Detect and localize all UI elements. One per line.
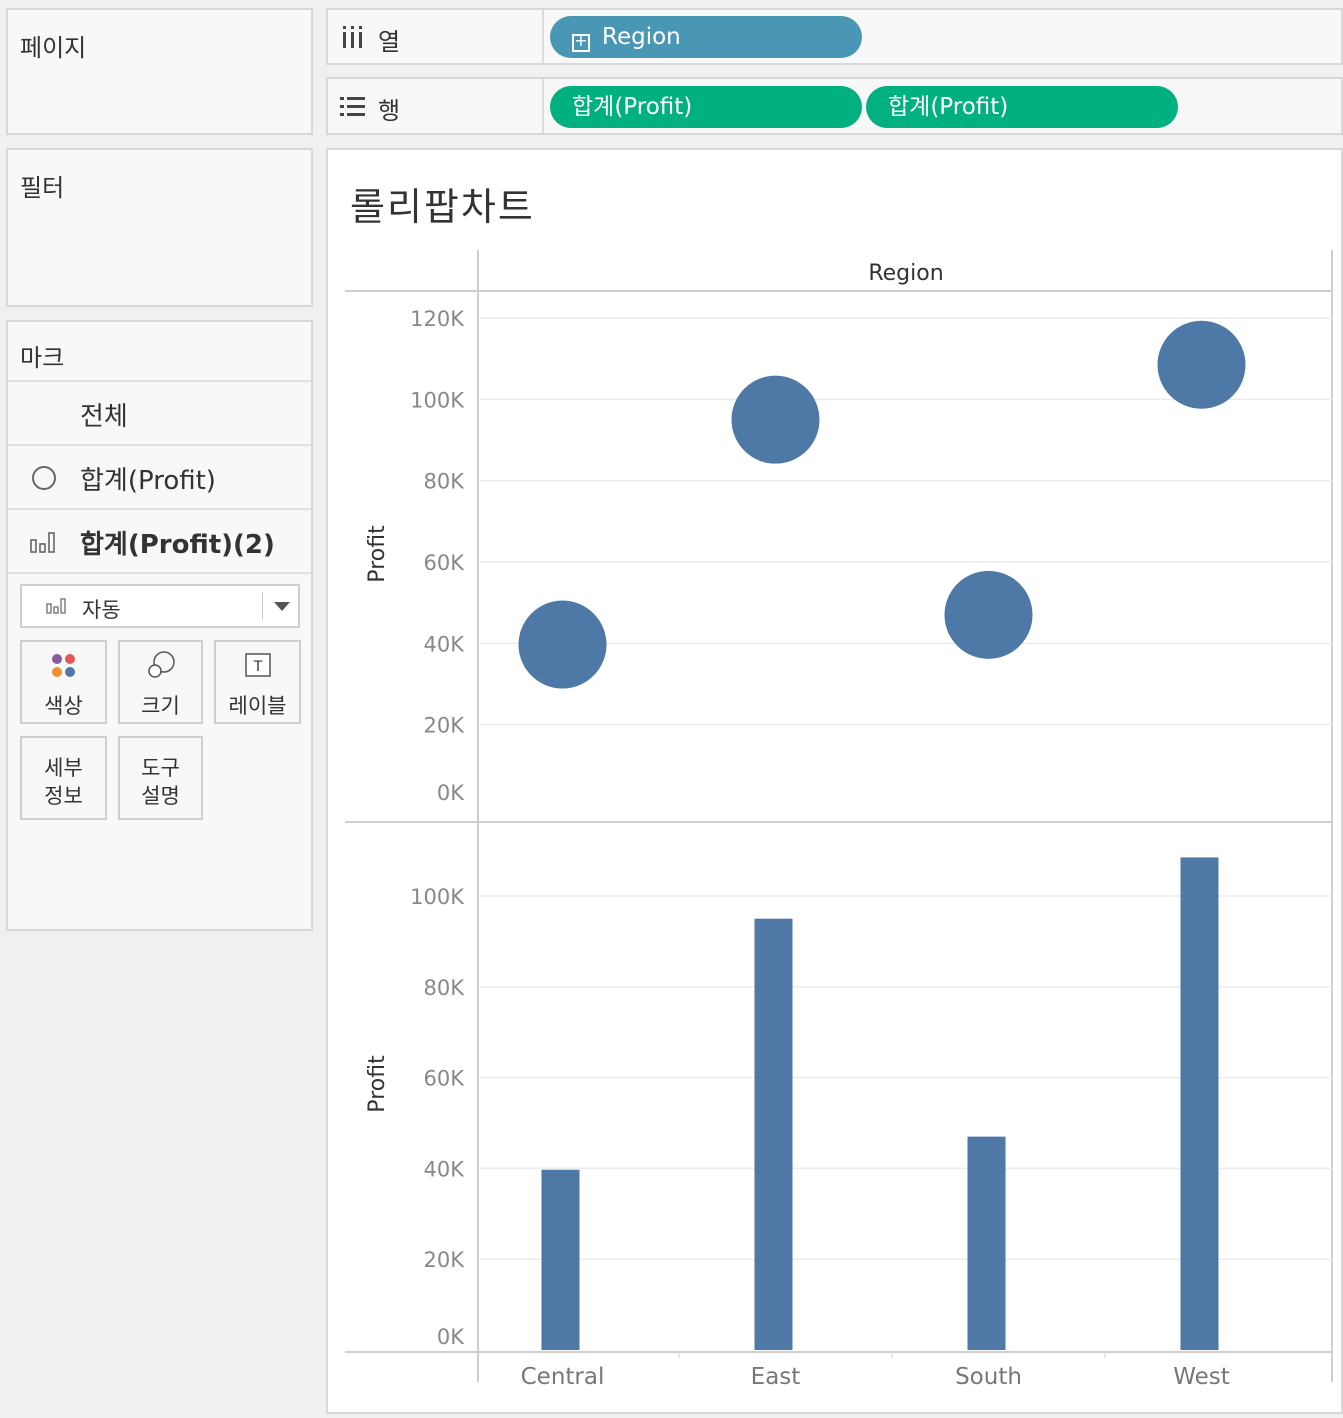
detail-button-label-2: 정보: [44, 784, 83, 808]
marks-item-label: 합계(Profit): [80, 466, 216, 496]
marks-item-profit[interactable]: 합계(Profit): [8, 444, 311, 508]
y-tick-label: 80K: [424, 470, 466, 494]
y-tick-label: 20K: [424, 1248, 466, 1272]
y-tick-label: 120K: [410, 307, 465, 331]
marks-item-profit-2[interactable]: 합계(Profit)(2): [8, 508, 311, 572]
y-tick-label: 20K: [424, 714, 466, 738]
row-pill-profit-1[interactable]: 합계(Profit): [550, 86, 862, 128]
marks-card-title: 마크: [20, 344, 65, 372]
row-pill-profit-2[interactable]: 합계(Profit): [866, 86, 1178, 128]
columns-shelf-label: 열: [328, 10, 544, 63]
lollipop-circle-east[interactable]: [731, 375, 820, 464]
tooltip-button-label-1: 도구: [141, 756, 180, 780]
color-button-label: 색상: [44, 694, 83, 718]
top-strip: [0, 0, 1343, 4]
filters-card[interactable]: 필터: [6, 148, 313, 307]
lollipop-circle-west[interactable]: [1157, 320, 1246, 409]
circle-icon: [32, 466, 56, 490]
label-button-label: 레이블: [228, 694, 287, 718]
pages-card-title: 페이지: [20, 34, 87, 62]
lollipop-circle-south[interactable]: [944, 570, 1033, 659]
chart-svg: Region 0K 20K 40K 60K 80K 100K 120K Profit 0K 20K…: [345, 250, 1333, 1390]
expand-icon[interactable]: +: [572, 33, 590, 52]
mark-type-value: 자동: [82, 598, 121, 622]
bar-chart-icon: [46, 598, 66, 614]
column-pill-region[interactable]: + Region: [550, 16, 862, 58]
y-tick-label: 100K: [410, 885, 465, 909]
y-tick-label: 0K: [437, 781, 465, 805]
label-button[interactable]: T 레이블: [214, 640, 301, 724]
row-pill-label: 합계(Profit): [572, 94, 693, 120]
columns-icon: [343, 26, 362, 48]
dropdown-divider: [262, 592, 263, 620]
marks-item-label: 전체: [80, 402, 128, 432]
y-axis-label: Profit: [365, 525, 390, 583]
y-tick-label: 80K: [424, 976, 466, 1000]
bar-west[interactable]: [1180, 857, 1219, 1350]
y-tick-label: 60K: [424, 551, 466, 575]
text-label-icon: T: [245, 653, 271, 677]
y-tick-label: 100K: [410, 388, 465, 412]
x-tick-label: South: [955, 1364, 1022, 1390]
y-tick-label: 60K: [424, 1067, 466, 1091]
size-button[interactable]: 크기: [118, 640, 203, 724]
x-tick-label: East: [751, 1364, 801, 1390]
bar-south[interactable]: [967, 1136, 1006, 1350]
size-circles-icon: [148, 651, 175, 678]
tooltip-button[interactable]: 도구 설명: [118, 736, 203, 820]
color-button[interactable]: 색상: [20, 640, 107, 724]
marks-item-all[interactable]: 전체: [8, 380, 311, 444]
columns-shelf-title: 열: [378, 28, 401, 56]
tooltip-button-label-2: 설명: [141, 784, 180, 808]
y-tick-label: 40K: [424, 632, 466, 656]
pages-card[interactable]: 페이지: [6, 8, 313, 135]
svg-text:T: T: [253, 659, 263, 675]
lollipop-circle-central[interactable]: [518, 600, 607, 689]
size-button-label: 크기: [141, 694, 180, 718]
columns-shelf[interactable]: 열 + Region: [326, 8, 1343, 65]
detail-button[interactable]: 세부 정보: [20, 736, 107, 820]
column-header-region: Region: [868, 261, 943, 286]
rows-shelf[interactable]: 행 합계(Profit) 합계(Profit): [326, 77, 1343, 135]
rows-icon: [340, 97, 365, 116]
bar-chart-icon: [30, 532, 55, 553]
x-tick-label: West: [1173, 1364, 1230, 1390]
chart-view: 롤리팝차트 Region 0K 20K 40K 60K 80K 100K 120K Profi…: [326, 148, 1343, 1414]
bar-central[interactable]: [541, 1169, 580, 1350]
rows-shelf-label: 행: [328, 79, 544, 133]
color-dots-icon: [52, 654, 75, 677]
mark-type-dropdown[interactable]: 자동: [20, 584, 300, 628]
y-tick-label: 40K: [424, 1157, 466, 1181]
bar-east[interactable]: [754, 918, 793, 1350]
chevron-down-icon[interactable]: [274, 602, 290, 611]
x-tick-label: Central: [521, 1364, 605, 1390]
rows-shelf-title: 행: [378, 97, 401, 125]
column-pill-label: Region: [602, 24, 681, 50]
row-pill-label: 합계(Profit): [888, 94, 1009, 120]
detail-button-label-1: 세부: [44, 756, 83, 780]
y-axis-label: Profit: [365, 1055, 390, 1113]
y-tick-label: 0K: [437, 1325, 465, 1349]
marks-card: 마크 전체 합계(Profit) 합계(Profit)(2) 자동 색상 크기 …: [6, 320, 313, 931]
marks-item-label: 합계(Profit)(2): [80, 530, 275, 560]
filters-card-title: 필터: [20, 174, 65, 202]
